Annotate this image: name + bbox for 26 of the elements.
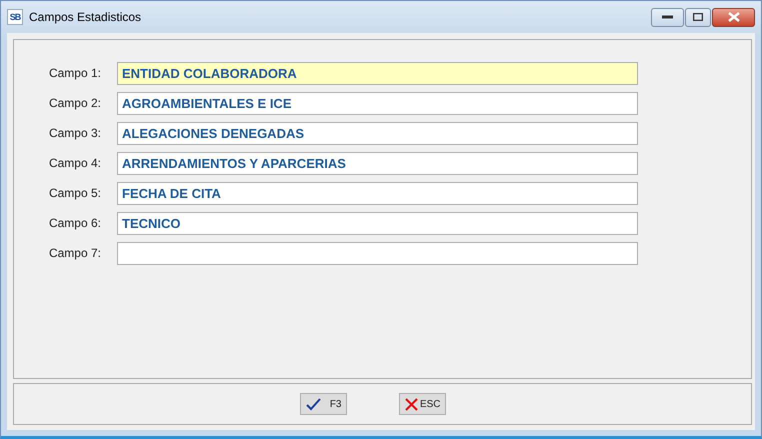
accept-button[interactable]: F3	[300, 393, 346, 415]
field-label: Campo 6:	[48, 215, 102, 232]
maximize-button[interactable]	[685, 8, 711, 26]
text-field[interactable]: AGROAMBIENTALES E ICE	[117, 92, 638, 114]
minimize-icon	[662, 15, 673, 19]
text-field[interactable]: ENTIDAD COLABORADORA	[117, 62, 638, 84]
text-field[interactable]: ALEGACIONES DENEGADAS	[117, 122, 638, 144]
check-icon	[304, 396, 320, 412]
field-label: Campo 2:	[48, 95, 102, 112]
field-label: Campo 7:	[48, 245, 102, 262]
field-label: Campo 5:	[48, 185, 102, 202]
close-button[interactable]	[712, 8, 755, 26]
text-field[interactable]: ARRENDAMIENTOS Y APARCERIAS	[117, 152, 638, 174]
close-icon	[404, 396, 420, 412]
app-icon: SB	[7, 9, 23, 25]
close-icon	[728, 12, 740, 22]
field-label: Campo 4:	[48, 155, 102, 172]
minimize-button[interactable]	[651, 8, 684, 26]
text-field[interactable]	[117, 242, 638, 264]
field-label: Campo 1:	[48, 65, 102, 82]
cancel-button[interactable]: ESC	[398, 393, 446, 415]
window-title: Campos Estadisticos	[29, 9, 142, 26]
field-label: Campo 3:	[48, 125, 102, 142]
text-field[interactable]: FECHA DE CITA	[117, 182, 638, 204]
maximize-icon	[693, 13, 703, 21]
text-field[interactable]: TECNICO	[117, 212, 638, 234]
